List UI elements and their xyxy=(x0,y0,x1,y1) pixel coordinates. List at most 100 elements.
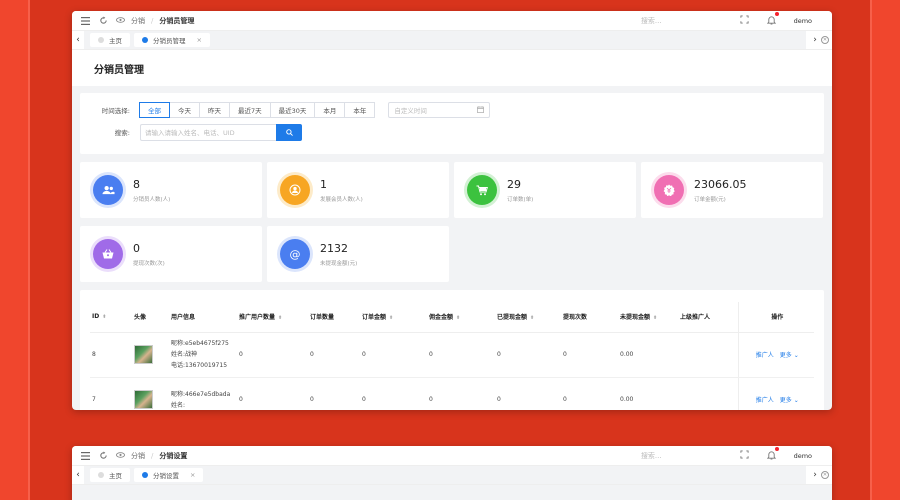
custom-date-input[interactable]: 自定义时间 xyxy=(388,102,491,118)
cell-avatar xyxy=(132,332,169,378)
fullscreen-icon[interactable] xyxy=(740,15,749,26)
close-all-tabs-icon[interactable]: ✕ xyxy=(821,36,829,44)
col-avatar: 头像 xyxy=(132,302,169,333)
global-search[interactable]: 搜索... xyxy=(641,451,662,461)
notification-dot xyxy=(774,446,779,451)
refresh-icon[interactable] xyxy=(98,451,108,461)
sort-icon[interactable]: ⬍ xyxy=(389,315,393,321)
tab-status-dot xyxy=(142,37,148,43)
promoter-link[interactable]: 推广人 xyxy=(756,397,774,404)
time-option-yesterday[interactable]: 昨天 xyxy=(199,102,230,118)
users-icon xyxy=(93,175,123,205)
tab-scroll-left-icon[interactable]: ‹ xyxy=(72,470,84,480)
breadcrumb-parent[interactable]: 分销 xyxy=(131,451,145,461)
cell-promoted-users: 0 xyxy=(237,377,308,410)
stats-grid: 8 分销员人数(人) 1 发展会员人数(人) 29 订单数(单) 23066.0… xyxy=(80,162,824,282)
more-dropdown[interactable]: 更多 ⌄ xyxy=(780,352,799,359)
user-nickname: 昵称:e5eb4675f275 xyxy=(171,340,229,347)
distributor-table: ID ⬍ 头像 用户信息 推广用户数量 ⬍ 订单数量 订单金额 ⬍ 佣金金额 ⬍ 已提现… xyxy=(90,302,814,410)
time-filter-group: 全部 今天 昨天 最近7天 最近30天 本月 本年 xyxy=(139,102,376,118)
at-icon: @ xyxy=(280,239,310,269)
search-input[interactable]: 请输入请输入姓名、电话、UID xyxy=(140,123,276,141)
col-actions: 操作 xyxy=(737,302,814,333)
cell-superior xyxy=(678,377,738,410)
bell-icon[interactable] xyxy=(766,446,779,462)
tab-scroll-right-icon[interactable]: › xyxy=(809,470,821,480)
time-option-30days[interactable]: 最近30天 xyxy=(269,102,316,118)
tab-scroll-right-icon[interactable]: › xyxy=(809,35,821,45)
user-realname: 姓名:战神 xyxy=(171,351,198,358)
search-icon xyxy=(285,128,293,136)
stat-value: 8 xyxy=(133,177,140,191)
tab-label: 主页 xyxy=(109,37,122,45)
more-dropdown[interactable]: 更多 ⌄ xyxy=(780,397,799,404)
breadcrumb-separator: / xyxy=(151,16,154,25)
sort-icon[interactable]: ⬍ xyxy=(653,315,657,321)
sort-icon[interactable]: ⬍ xyxy=(456,315,460,321)
tab-close-icon[interactable]: × xyxy=(190,471,195,479)
promoter-link[interactable]: 推广人 xyxy=(756,352,774,359)
tab-close-icon[interactable]: × xyxy=(197,36,202,44)
time-option-month[interactable]: 本月 xyxy=(314,102,346,118)
avatar xyxy=(134,345,153,364)
cell-id: 8 xyxy=(90,332,132,378)
user-name[interactable]: demo xyxy=(794,17,812,25)
tab-home[interactable]: 主页 xyxy=(90,33,130,47)
stat-member-count: 1 发展会员人数(人) xyxy=(267,162,449,218)
date-placeholder: 自定义时间 xyxy=(394,107,427,115)
breadcrumb: 分销 / 分销设置 xyxy=(116,451,187,461)
menu-icon[interactable] xyxy=(80,16,90,26)
tab-distributor-management[interactable]: 分销员管理 × xyxy=(134,33,210,47)
menu-icon[interactable] xyxy=(80,451,90,461)
col-withdraw-count: 提现次数 xyxy=(561,302,618,333)
user-realname: 姓名: xyxy=(171,401,186,409)
close-all-tabs-icon[interactable]: ✕ xyxy=(821,471,829,479)
stat-order-count: 29 订单数(单) xyxy=(454,162,636,218)
breadcrumb-separator: / xyxy=(151,451,154,460)
sort-icon[interactable]: ⬍ xyxy=(102,314,106,320)
page-header: 分销员管理 xyxy=(72,50,832,86)
search-button[interactable] xyxy=(276,123,302,141)
user-nickname: 昵称:466e7e5dbada xyxy=(171,390,231,398)
col-superior: 上级推广人 xyxy=(678,302,738,333)
cell-withdrawn: 0 xyxy=(495,332,561,378)
time-option-7days[interactable]: 最近7天 xyxy=(229,102,271,118)
user-phone: 电话:13670019715 xyxy=(171,362,228,369)
stat-label: 未提现金额(元) xyxy=(320,260,358,267)
col-promoted-users: 推广用户数量 ⬍ xyxy=(237,302,308,333)
cell-actions: 推广人 更多 ⌄ xyxy=(737,377,814,410)
refresh-icon[interactable] xyxy=(98,16,108,26)
distribution-settings-window: 分销 / 分销设置 搜索... demo ‹ 主页 分销设置 × › ✕ xyxy=(72,446,832,500)
cell-unwithdrawn: 0.00 xyxy=(618,332,678,378)
global-search[interactable]: 搜索... xyxy=(641,16,662,26)
stat-label: 订单金额(元) xyxy=(694,196,726,203)
tab-home[interactable]: 主页 xyxy=(90,468,130,482)
distributor-table-panel: ID ⬍ 头像 用户信息 推广用户数量 ⬍ 订单数量 订单金额 ⬍ 佣金金额 ⬍ 已提现… xyxy=(80,290,824,410)
time-option-year[interactable]: 本年 xyxy=(344,102,376,118)
stat-label: 订单数(单) xyxy=(507,196,534,203)
user-icon xyxy=(280,175,310,205)
time-filter-label: 时间选择: xyxy=(101,107,130,115)
sort-icon[interactable]: ⬍ xyxy=(278,315,282,321)
cart-icon xyxy=(467,175,497,205)
tab-scroll-left-icon[interactable]: ‹ xyxy=(72,35,84,45)
col-unwithdrawn: 未提现金额 ⬍ xyxy=(618,302,678,333)
eye-icon xyxy=(116,451,125,460)
cell-actions: 推广人 更多 ⌄ xyxy=(737,332,814,378)
cell-commission: 0 xyxy=(427,332,495,378)
tab-distribution-settings[interactable]: 分销设置 × xyxy=(134,468,204,482)
sort-icon[interactable]: ⬍ xyxy=(530,315,534,321)
tab-label: 主页 xyxy=(109,472,122,480)
user-name[interactable]: demo xyxy=(794,452,812,460)
cell-withdrawn: 0 xyxy=(495,377,561,410)
bell-icon[interactable] xyxy=(766,11,779,27)
time-option-all[interactable]: 全部 xyxy=(139,102,170,118)
time-option-today[interactable]: 今天 xyxy=(169,102,200,118)
table-row: 8 昵称:e5eb4675f275 姓名:战神 电话:13670019715 0… xyxy=(90,332,814,378)
cell-user-info: 昵称:466e7e5dbada 姓名: xyxy=(169,377,237,410)
fullscreen-icon[interactable] xyxy=(740,450,749,461)
top-bar: 分销 / 分销员管理 搜索... demo xyxy=(72,11,832,31)
tab-bar: ‹ 主页 分销员管理 × › ✕ xyxy=(72,31,832,50)
stat-label: 提现次数(次) xyxy=(133,260,165,267)
breadcrumb-parent[interactable]: 分销 xyxy=(131,16,145,26)
